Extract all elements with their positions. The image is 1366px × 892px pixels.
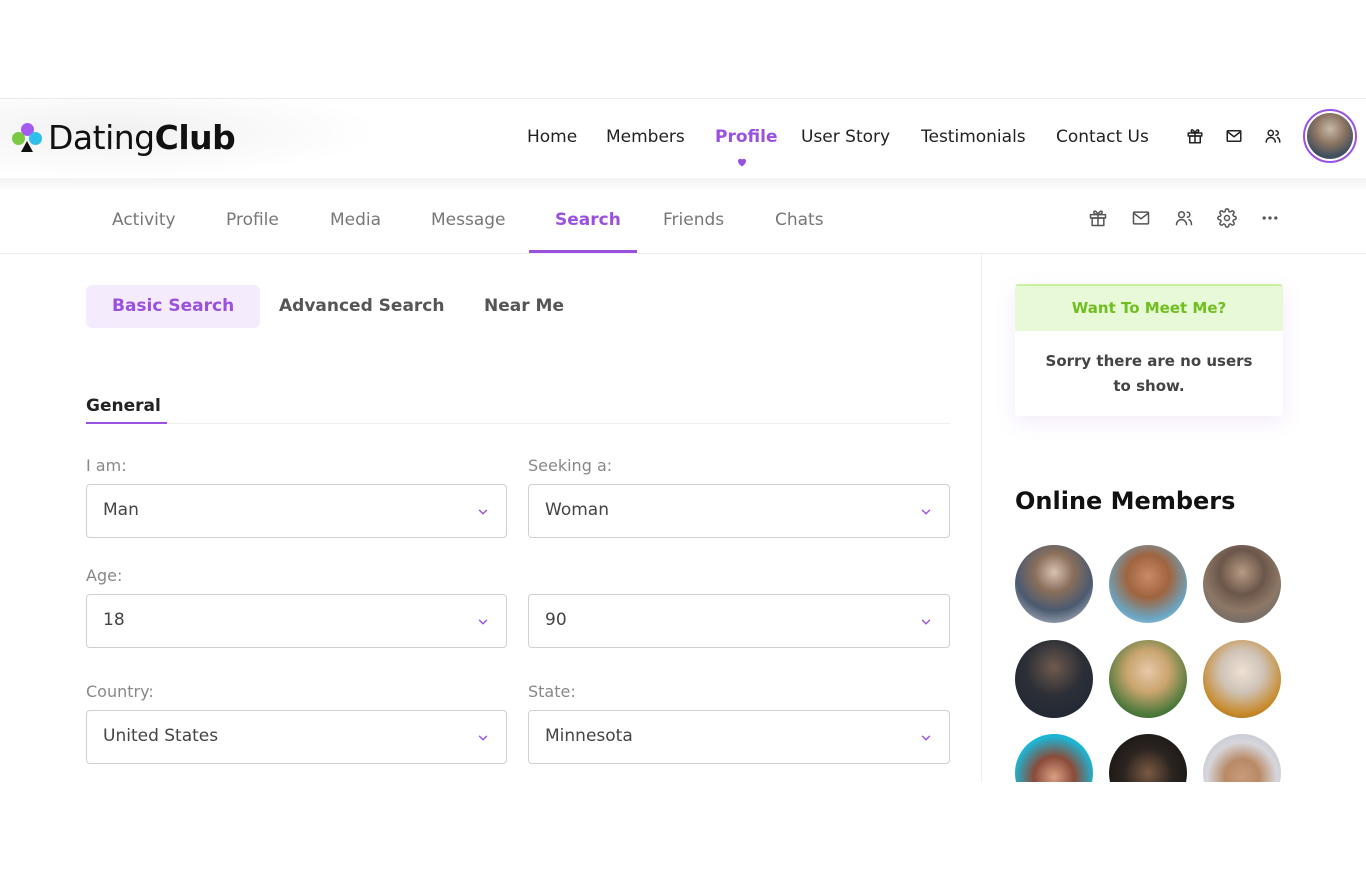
state-select[interactable]: Minnesota	[528, 710, 950, 764]
sidebar: Want To Meet Me? Sorry there are no user…	[983, 254, 1366, 782]
user-avatar[interactable]	[1303, 109, 1357, 163]
age-min-value: 18	[103, 610, 125, 630]
tab-search[interactable]: Search	[555, 210, 621, 230]
mail-icon[interactable]	[1131, 208, 1151, 228]
age-max-value: 90	[545, 610, 567, 630]
tab-friends[interactable]: Friends	[663, 210, 724, 230]
chevron-down-icon	[478, 619, 488, 625]
member-avatar[interactable]	[1109, 640, 1187, 718]
gift-icon[interactable]	[1186, 127, 1204, 145]
member-avatar[interactable]	[1203, 640, 1281, 718]
age-min-select[interactable]: 18	[86, 594, 507, 648]
section-active-indicator	[86, 422, 167, 424]
state-label: State:	[528, 682, 576, 701]
nav-home[interactable]: Home	[527, 127, 577, 147]
profile-subnav: Activity Profile Media Message Search Fr…	[0, 186, 1366, 254]
country-value: United States	[103, 726, 219, 746]
tab-advanced-search[interactable]: Advanced Search	[279, 285, 444, 328]
chevron-down-icon	[478, 735, 488, 741]
online-members-title: Online Members	[1015, 487, 1236, 515]
section-divider	[86, 423, 950, 424]
logo-text: DatingClub	[48, 117, 236, 157]
chevron-down-icon	[921, 735, 931, 741]
seeking-value: Woman	[545, 500, 609, 520]
meet-card-title: Want To Meet Me?	[1015, 284, 1283, 331]
tab-near-me[interactable]: Near Me	[484, 285, 564, 328]
member-avatar[interactable]	[1203, 734, 1281, 782]
active-tab-indicator	[529, 250, 637, 253]
tab-activity[interactable]: Activity	[112, 210, 176, 230]
tab-basic-search[interactable]: Basic Search	[86, 285, 261, 328]
chevron-down-icon	[478, 509, 488, 515]
nav-testimonials[interactable]: Testimonials	[921, 127, 1026, 147]
tab-profile[interactable]: Profile	[226, 210, 279, 230]
age-max-select[interactable]: 90	[528, 594, 950, 648]
i-am-select[interactable]: Man	[86, 484, 507, 538]
mail-icon[interactable]	[1225, 127, 1243, 145]
page: DatingClub Home Members Profile User Sto…	[0, 0, 1366, 892]
i-am-label: I am:	[86, 456, 127, 475]
seeking-label: Seeking a:	[528, 456, 613, 475]
logo-icon	[12, 121, 42, 153]
age-label: Age:	[86, 566, 123, 585]
gear-icon[interactable]	[1217, 208, 1237, 228]
tab-chats[interactable]: Chats	[775, 210, 824, 230]
nav-members[interactable]: Members	[606, 127, 685, 147]
users-icon[interactable]	[1264, 127, 1282, 145]
member-avatar[interactable]	[1203, 545, 1281, 623]
country-label: Country:	[86, 682, 154, 701]
member-avatar[interactable]	[1015, 734, 1093, 782]
nav-contact-us[interactable]: Contact Us	[1056, 127, 1149, 147]
country-select[interactable]: United States	[86, 710, 507, 764]
i-am-value: Man	[103, 500, 139, 520]
tab-media[interactable]: Media	[330, 210, 381, 230]
search-panel: Basic Search Advanced Search Near Me Gen…	[0, 254, 982, 782]
nav-profile[interactable]: Profile	[715, 127, 777, 147]
logo[interactable]: DatingClub	[12, 117, 236, 157]
more-icon[interactable]	[1260, 208, 1280, 228]
users-icon[interactable]	[1174, 208, 1194, 228]
tab-message[interactable]: Message	[431, 210, 506, 230]
active-heart-icon	[738, 158, 746, 167]
meet-card-message: Sorry there are no users to show.	[1045, 352, 1253, 395]
member-avatar[interactable]	[1015, 640, 1093, 718]
state-value: Minnesota	[545, 726, 633, 746]
gift-icon[interactable]	[1088, 208, 1108, 228]
chevron-down-icon	[921, 509, 931, 515]
site-header: DatingClub Home Members Profile User Sto…	[0, 98, 1366, 179]
section-title-general: General	[86, 396, 161, 416]
chevron-down-icon	[921, 619, 931, 625]
member-avatar[interactable]	[1015, 545, 1093, 623]
nav-user-story[interactable]: User Story	[801, 127, 890, 147]
want-to-meet-card: Want To Meet Me? Sorry there are no user…	[1015, 284, 1283, 416]
member-avatar[interactable]	[1109, 734, 1187, 782]
seeking-select[interactable]: Woman	[528, 484, 950, 538]
member-avatar[interactable]	[1109, 545, 1187, 623]
